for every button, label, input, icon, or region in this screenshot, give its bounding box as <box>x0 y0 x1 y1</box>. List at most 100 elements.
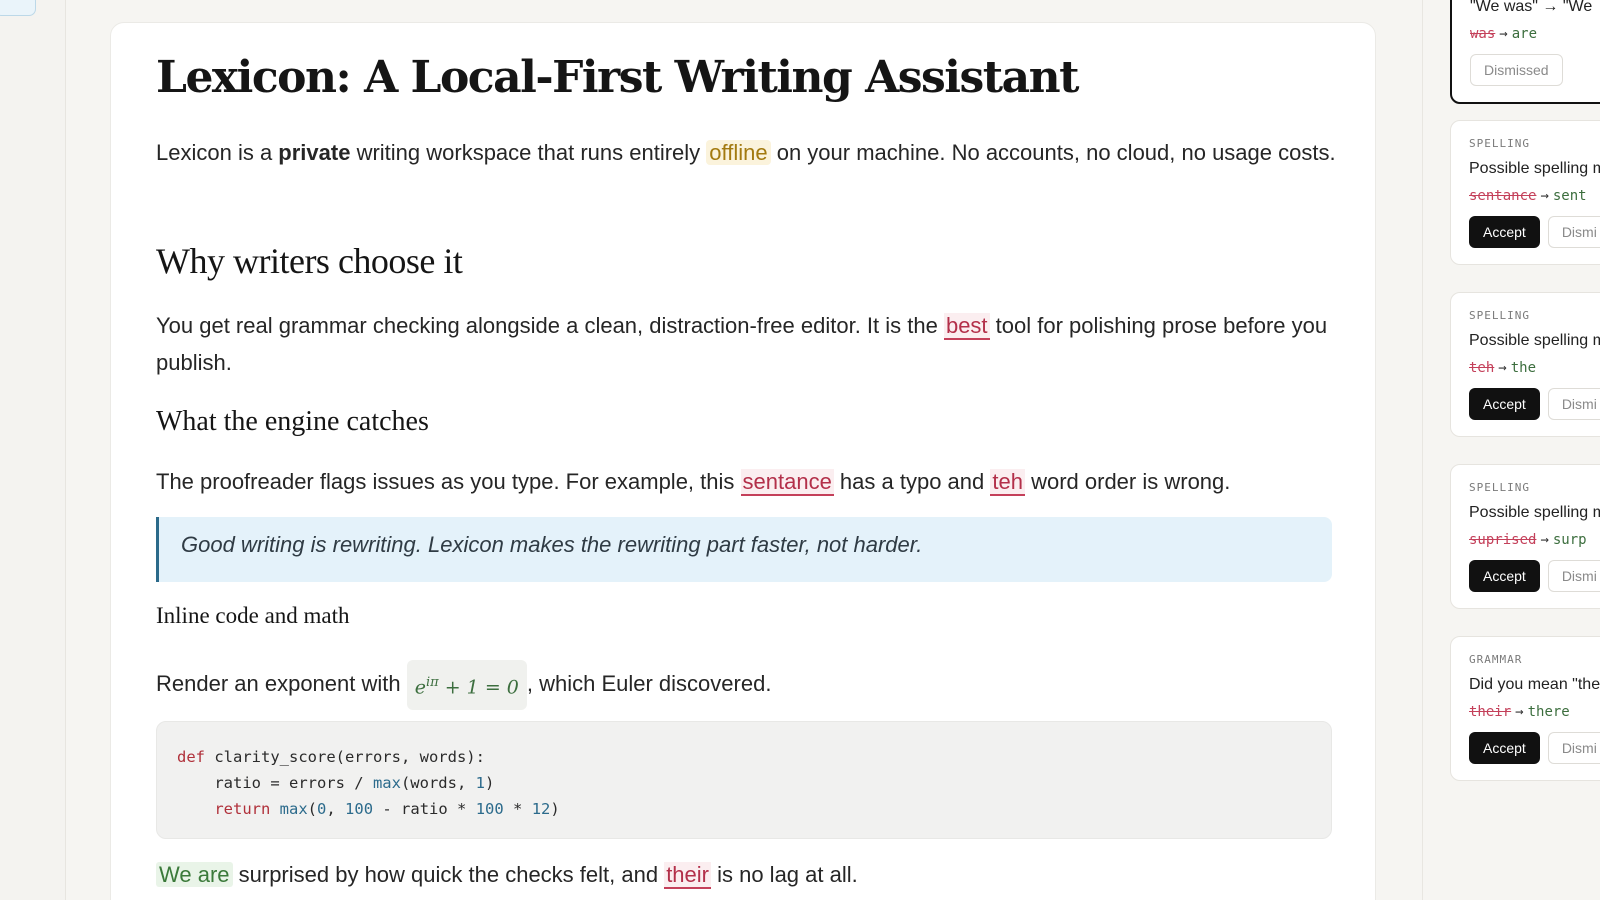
heading-inline-code-math[interactable]: Inline code and math <box>156 603 350 629</box>
suggestion-message: Possible spelling m <box>1469 504 1600 521</box>
paragraph-text: surprised by how quick the checks felt, … <box>232 862 665 887</box>
paragraph-math[interactable]: Render an exponent with eiπ + 1 = 0, whi… <box>156 660 1336 711</box>
code-text: , <box>326 800 346 818</box>
suggestion-card-spelling-suprised[interactable]: SPELLING Possible spelling m suprised → su… <box>1450 464 1600 609</box>
math-exponent: iπ <box>425 675 439 690</box>
code-keyword: def <box>177 748 205 766</box>
code-line-3: return max(0, 100 - ratio * 100 * 12) <box>177 796 1311 822</box>
highlight-offline: offline <box>706 140 771 165</box>
paragraph-text: has a typo and <box>833 469 991 494</box>
replacement-text: the <box>1510 360 1537 376</box>
suggestion-category: GRAMMAR <box>1469 653 1523 666</box>
sidebar-tab[interactable] <box>0 0 36 16</box>
code-block[interactable]: def clarity_score(errors, words): ratio … <box>156 721 1332 839</box>
blockquote[interactable]: Good writing is rewriting. Lexicon makes… <box>156 517 1332 582</box>
math-base: e <box>414 676 426 699</box>
left-sidebar <box>0 0 66 900</box>
arrow-icon: → <box>1499 26 1508 42</box>
accept-button[interactable]: Accept <box>1469 388 1540 420</box>
code-function: max <box>372 774 401 792</box>
suggestion-category: SPELLING <box>1469 309 1530 322</box>
flagged-word-teh[interactable]: teh <box>990 469 1025 496</box>
paragraph-text: The proofreader flags issues as you type… <box>156 469 741 494</box>
dismiss-button[interactable]: Dismi <box>1547 560 1600 592</box>
suggestion-message: Did you mean "the <box>1469 676 1600 693</box>
suggestion-message: Possible spelling m <box>1469 332 1600 349</box>
paragraph-text: Render an exponent with <box>156 670 407 696</box>
panel-divider <box>1422 0 1423 900</box>
dismiss-button[interactable]: Dismi <box>1547 388 1600 420</box>
code-text: (words, <box>400 774 476 792</box>
suggestion-fix: teh → the <box>1469 360 1600 376</box>
original-text: sentance <box>1469 188 1537 204</box>
flagged-word-their[interactable]: their <box>664 862 711 889</box>
intro-text: writing workspace that runs entirely <box>350 140 707 165</box>
paragraph-engine[interactable]: The proofreader flags issues as you type… <box>156 463 1336 500</box>
arrow-icon: → <box>1540 188 1549 204</box>
code-line-2: ratio = errors / max(words, 1) <box>177 770 1311 796</box>
suggestion-fix: was → are <box>1470 26 1600 42</box>
code-number: 1 <box>475 774 485 792</box>
replacement-text: sent <box>1552 188 1587 204</box>
suggestion-fix: suprised → surp <box>1469 532 1600 548</box>
suggestion-message: Possible spelling m <box>1469 160 1600 177</box>
code-keyword: return <box>177 800 271 818</box>
suggestion-card-dismissed[interactable]: "We was" → "We was → are Dismissed <box>1450 0 1600 104</box>
code-text: clarity_score(errors, words): <box>205 748 485 766</box>
replacement-text: surp <box>1552 532 1587 548</box>
code-text: ratio = errors / <box>177 774 373 792</box>
flagged-word-sentance[interactable]: sentance <box>740 469 834 496</box>
paragraph-final[interactable]: We are surprised by how quick the checks… <box>156 856 1336 893</box>
code-function: max <box>279 800 308 818</box>
suggestion-card-spelling-sentance[interactable]: SPELLING Possible spelling m sentance → se… <box>1450 120 1600 265</box>
code-number: 12 <box>531 800 551 818</box>
dismissed-badge: Dismissed <box>1470 54 1563 86</box>
replacement-text: are <box>1511 26 1538 42</box>
heading-engine-catches[interactable]: What the engine catches <box>156 406 429 438</box>
suggestion-fix: sentance → sent <box>1469 188 1600 204</box>
math-expression[interactable]: eiπ + 1 = 0 <box>406 660 527 711</box>
suggestion-message: "We was" → "We <box>1470 0 1593 15</box>
code-number: 0 <box>317 800 327 818</box>
paragraph-text: word order is wrong. <box>1024 469 1231 494</box>
original-text: teh <box>1469 360 1495 376</box>
original-text: suprised <box>1469 532 1537 548</box>
code-number: 100 <box>345 800 374 818</box>
code-text: - ratio * <box>373 800 476 818</box>
math-rest: + 1 = 0 <box>438 676 519 699</box>
code-text: ( <box>307 800 318 818</box>
intro-paragraph[interactable]: Lexicon is a private writing workspace t… <box>156 134 1336 171</box>
original-text: their <box>1469 704 1512 720</box>
accept-button[interactable]: Accept <box>1469 216 1540 248</box>
accept-button[interactable]: Accept <box>1469 560 1540 592</box>
arrow-icon: → <box>1515 704 1524 720</box>
paragraph-text: , which Euler discovered. <box>526 670 772 696</box>
suggestion-category: SPELLING <box>1469 481 1530 494</box>
accept-button[interactable]: Accept <box>1469 732 1540 764</box>
code-number: 100 <box>475 800 504 818</box>
document-title[interactable]: Lexicon: A Local-First Writing Assistant <box>156 52 1079 103</box>
paragraph-text: You get real grammar checking alongside … <box>156 313 944 338</box>
corrected-phrase-we-are[interactable]: We are <box>156 862 233 887</box>
arrow-icon: → <box>1498 360 1507 376</box>
suggestions-panel: "We was" → "We was → are Dismissed SPELLIN… <box>1450 0 1600 900</box>
flagged-word-best[interactable]: best <box>943 313 990 340</box>
paragraph-why[interactable]: You get real grammar checking alongside … <box>156 307 1336 381</box>
dismiss-button[interactable]: Dismi <box>1547 216 1600 248</box>
paragraph-text: is no lag at all. <box>710 862 858 887</box>
code-line-1: def clarity_score(errors, words): <box>177 744 1311 770</box>
dismiss-button[interactable]: Dismi <box>1547 732 1600 764</box>
bold-word-private: private <box>278 140 351 165</box>
heading-why-writers[interactable]: Why writers choose it <box>156 240 463 282</box>
code-text: ) <box>484 774 495 792</box>
intro-text: Lexicon is a <box>156 140 279 165</box>
replacement-text: there <box>1527 704 1570 720</box>
suggestion-card-grammar-their[interactable]: GRAMMAR Did you mean "the their → there Ac… <box>1450 636 1600 781</box>
suggestion-card-spelling-teh[interactable]: SPELLING Possible spelling m teh → the Acc… <box>1450 292 1600 437</box>
suggestion-fix: their → there <box>1469 704 1600 720</box>
suggestion-category: SPELLING <box>1469 137 1530 150</box>
arrow-icon: → <box>1540 532 1549 548</box>
intro-text: on your machine. No accounts, no cloud, … <box>770 140 1336 165</box>
code-text: ) <box>550 800 560 818</box>
